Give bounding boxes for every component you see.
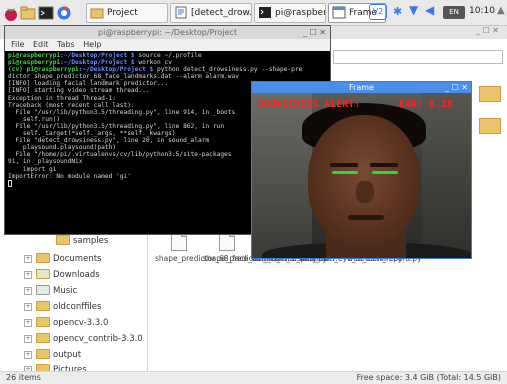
- window-controls[interactable]: _ ☐ ✕: [445, 82, 468, 93]
- window-controls[interactable]: _ ☐ ✕: [476, 26, 499, 35]
- expand-icon[interactable]: +: [24, 319, 32, 327]
- free-space: Free space: 3.4 GiB (Total: 14.5 GiB): [356, 373, 501, 382]
- file-manager-sidebar: drowsiness samples +Documents +Downloads…: [0, 219, 148, 375]
- person-face: [308, 115, 420, 245]
- status-bar: 26 items Free space: 3.4 GiB (Total: 14.…: [0, 371, 507, 384]
- taskbar-item-project[interactable]: Project: [86, 3, 168, 23]
- expand-icon[interactable]: +: [24, 303, 32, 311]
- menu-help[interactable]: Help: [83, 40, 101, 49]
- taskbar-item-label: Project: [107, 8, 138, 18]
- terminal-launcher-icon[interactable]: [38, 4, 54, 22]
- desktop: Project [detect_drow... pi@raspberry... …: [0, 0, 507, 384]
- taskbar-item-editor[interactable]: [detect_drow...: [170, 3, 252, 23]
- folder-icon[interactable]: [479, 118, 501, 134]
- item-count: 26 items: [6, 373, 41, 382]
- sidebar-item-music[interactable]: + Music: [24, 284, 77, 299]
- right-eye-contour: [372, 171, 398, 174]
- menu-edit[interactable]: Edit: [33, 40, 49, 49]
- frame-titlebar[interactable]: Frame _ ☐ ✕: [252, 82, 471, 93]
- sidebar-item-output[interactable]: + output: [24, 348, 81, 363]
- prompt-user: (cv) pi@raspberrypi: [8, 66, 79, 74]
- terminal-line: (cv) pi@raspberrypi:~/Desktop/Project $ …: [8, 66, 327, 73]
- raspberry-menu-icon[interactable]: [4, 4, 18, 22]
- terminal-cursor: [8, 179, 12, 187]
- expand-icon[interactable]: +: [24, 271, 32, 279]
- terminal-icon: [258, 6, 272, 19]
- folder-icon: [56, 235, 70, 245]
- expand-icon[interactable]: +: [24, 255, 32, 263]
- terminal-titlebar[interactable]: pi@raspberrypi: ~/Desktop/Project _ ☐ ✕: [5, 26, 330, 39]
- clock[interactable]: 10:10: [469, 6, 495, 16]
- menu-tabs[interactable]: Tabs: [57, 40, 75, 49]
- menu-file[interactable]: File: [11, 40, 24, 49]
- prompt-path: :~/Desktop/Project $: [78, 66, 158, 74]
- taskbar: Project [detect_drow... pi@raspberry... …: [0, 0, 507, 26]
- bluetooth-icon[interactable]: ✱: [393, 5, 402, 18]
- taskbar-item-label: pi@raspberry...: [275, 8, 325, 18]
- person-nose: [356, 181, 374, 203]
- folder-icon: [36, 333, 50, 343]
- sidebar-item-opencv-contrib[interactable]: + opencv_contrib-3.3.0: [24, 332, 143, 347]
- folder-icon: [36, 301, 50, 311]
- command-text: python detect_drowsiness.py --shape-pre: [157, 66, 303, 74]
- download-folder-icon: [36, 269, 50, 279]
- file-item[interactable]: shape_predictor_68_face_landmar...: [203, 231, 338, 263]
- file-manager-launcher-icon[interactable]: [20, 4, 36, 22]
- terminal-line: dictor shape_predictor_68_face_landmarks…: [8, 73, 239, 81]
- sidebar-item-downloads[interactable]: + Downloads: [24, 268, 100, 283]
- person-mouth: [348, 215, 384, 220]
- background-wall: [252, 93, 312, 258]
- volume-icon[interactable]: ◀: [425, 3, 434, 17]
- path-bar[interactable]: [333, 50, 503, 64]
- vnc-icon[interactable]: V2: [369, 4, 387, 20]
- expand-icon[interactable]: +: [24, 335, 32, 343]
- terminal-title: pi@raspberrypi: ~/Desktop/Project: [98, 28, 237, 37]
- folder-icon[interactable]: [479, 86, 501, 102]
- left-eyebrow: [330, 163, 358, 167]
- file-item[interactable]: shape_predictor_68_face_landmar...: [155, 231, 290, 263]
- right-eyebrow: [370, 163, 398, 167]
- folder-icon: [36, 317, 50, 327]
- eject-icon[interactable]: ▲: [497, 5, 505, 16]
- terminal-menu-bar: File Edit Tabs Help: [5, 39, 330, 51]
- expand-icon[interactable]: +: [24, 287, 32, 295]
- window-controls[interactable]: _ ☐ ✕: [303, 26, 326, 39]
- prompt-path: :~/Desktop/Project $: [60, 52, 139, 59]
- left-eye-contour: [332, 171, 358, 174]
- sidebar-item-opencv[interactable]: + opencv-3.3.0: [24, 316, 108, 331]
- sidebar-item-documents[interactable]: + Documents: [24, 252, 101, 267]
- background-wall: [422, 93, 471, 258]
- folder-icon: [36, 253, 50, 263]
- folder-icon: [90, 6, 104, 19]
- taskbar-item-terminal[interactable]: pi@raspberry...: [254, 3, 326, 23]
- keyboard-layout-indicator[interactable]: EN: [443, 6, 465, 19]
- browser-launcher-icon[interactable]: [56, 4, 72, 22]
- wifi-icon[interactable]: ▼: [409, 3, 418, 17]
- folder-icon: [36, 349, 50, 359]
- drowsiness-alert-text: DROWSINESS ALERT!: [258, 99, 361, 110]
- text-editor-icon: [174, 6, 188, 19]
- prompt-user: pi@raspberrypi: [8, 52, 61, 59]
- taskbar-item-label: [detect_drow...: [191, 8, 252, 18]
- expand-icon[interactable]: +: [24, 351, 32, 359]
- command-text: source ~/.profile: [138, 52, 202, 59]
- window-icon: [332, 6, 346, 19]
- sidebar-item-samples[interactable]: samples: [56, 234, 108, 249]
- video-frame-window[interactable]: Frame _ ☐ ✕ DROWSINESS ALERT! EAR: 0.18: [251, 81, 472, 259]
- webcam-feed: DROWSINESS ALERT! EAR: 0.18: [252, 93, 471, 258]
- ear-value-text: EAR: 0.18: [398, 99, 453, 110]
- sidebar-item-oldconffiles[interactable]: + oldconffiles: [24, 300, 101, 315]
- frame-title: Frame: [349, 83, 374, 92]
- music-folder-icon: [36, 285, 50, 295]
